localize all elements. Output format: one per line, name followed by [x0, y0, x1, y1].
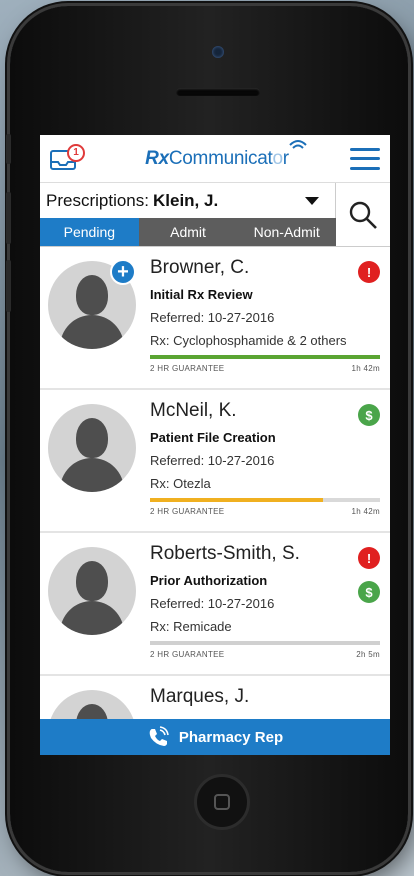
pharmacy-rep-button[interactable]: Pharmacy Rep [40, 719, 390, 755]
menu-line [350, 166, 380, 170]
guarantee-label: 2 HR GUARANTEE [150, 364, 225, 373]
referred-date: Referred: 10-27-2016 [150, 453, 275, 468]
mute-switch [6, 134, 11, 164]
inbox-button[interactable]: 1 [50, 142, 85, 176]
filter-left: Prescriptions: Klein, J. Pending Admit N… [40, 183, 337, 246]
list-item[interactable]: Roberts-Smith, S. Prior Authorization Re… [40, 533, 390, 676]
menu-line [350, 157, 380, 160]
patient-name: McNeil, K. [150, 400, 237, 421]
status-tabs: Pending Admit Non-Admit [40, 218, 337, 246]
guarantee-meta: 2 HR GUARANTEE 1h 42m [150, 507, 380, 516]
logo-rx: Rx [145, 147, 169, 169]
dollar-icon: $ [358, 581, 380, 603]
search-icon [349, 201, 377, 229]
patient-select[interactable]: Prescriptions: Klein, J. [40, 183, 336, 219]
item-info: Browner, C. Initial Rx Review Referred: … [150, 257, 380, 356]
guarantee-label: 2 HR GUARANTEE [150, 507, 225, 516]
tab-non-admit[interactable]: Non-Admit [237, 218, 337, 246]
search-button[interactable] [336, 183, 390, 246]
rx-name: Rx: Otezla [150, 476, 211, 491]
volume-up-button [6, 192, 11, 244]
guarantee-bar-fill [150, 498, 323, 502]
time-remaining: 1h 42m [351, 507, 380, 516]
earpiece-speaker [176, 88, 260, 96]
task-title: Initial Rx Review [150, 287, 253, 302]
alert-icon: ! [358, 261, 380, 283]
patient-name: Browner, C. [150, 257, 250, 278]
app-bar: 1 RxCommunicator [40, 135, 390, 183]
logo-name: Communicat [168, 147, 273, 169]
volume-down-button [6, 260, 11, 312]
avatar [48, 404, 136, 492]
add-icon[interactable]: + [110, 259, 136, 285]
list-item[interactable]: McNeil, K. Patient File Creation Referre… [40, 390, 390, 533]
avatar-head [76, 418, 108, 458]
item-info: McNeil, K. Patient File Creation Referre… [150, 400, 380, 499]
prescription-list: + Browner, C. Initial Rx Review Referred… [40, 247, 390, 755]
patient-name: Marques, J. [150, 686, 250, 707]
hamburger-menu-icon[interactable] [350, 147, 380, 170]
avatar [48, 547, 136, 635]
guarantee-label: 2 HR GUARANTEE [150, 650, 225, 659]
task-title: Prior Authorization [150, 573, 268, 588]
notification-badge: 1 [67, 143, 85, 162]
avatar-body [60, 315, 124, 349]
task-title: Patient File Creation [150, 430, 276, 445]
guarantee-bar-fill [150, 641, 380, 645]
item-info: Roberts-Smith, S. Prior Authorization Re… [150, 543, 380, 642]
avatar-head [76, 561, 108, 601]
filter-bar: Prescriptions: Klein, J. Pending Admit N… [40, 183, 390, 247]
item-info: Marques, J. [150, 686, 380, 716]
home-button [194, 774, 250, 830]
home-button-square [214, 794, 230, 810]
avatar-body [60, 601, 124, 635]
patient-name: Roberts-Smith, S. [150, 543, 300, 564]
guarantee-bar [150, 498, 380, 502]
referred-date: Referred: 10-27-2016 [150, 310, 275, 325]
front-camera [212, 46, 224, 58]
avatar-body [60, 458, 124, 492]
dollar-icon: $ [358, 404, 380, 426]
logo-o-glyph: o [272, 147, 284, 169]
guarantee-meta: 2 HR GUARANTEE 1h 42m [150, 364, 380, 373]
guarantee-bar-fill [150, 355, 380, 359]
time-remaining: 2h 5m [356, 650, 380, 659]
tab-admit[interactable]: Admit [138, 218, 238, 246]
phone-icon [149, 726, 169, 746]
referred-date: Referred: 10-27-2016 [150, 596, 275, 611]
guarantee-bar [150, 355, 380, 359]
app-screen: 1 RxCommunicator Prescriptions: Klein, J… [40, 135, 390, 755]
rx-name: Rx: Cyclophosphamide & 2 others [150, 333, 347, 348]
menu-line [350, 147, 380, 151]
app-logo: RxCommunicator [84, 139, 350, 170]
tab-pending[interactable]: Pending [40, 218, 139, 246]
rx-name: Rx: Remicade [150, 619, 232, 634]
footer-label: Pharmacy Rep [178, 728, 284, 746]
time-remaining: 1h 42m [351, 364, 380, 373]
alert-icon: ! [358, 547, 380, 569]
list-item[interactable]: + Browner, C. Initial Rx Review Referred… [40, 247, 390, 390]
guarantee-bar [150, 641, 380, 645]
select-label: Prescriptions: [46, 190, 149, 210]
guarantee-meta: 2 HR GUARANTEE 2h 5m [150, 650, 380, 659]
signal-icon [289, 139, 307, 149]
avatar-head [76, 275, 108, 315]
selected-patient: Klein, J. [152, 190, 219, 210]
dropdown-caret-icon [305, 196, 319, 205]
